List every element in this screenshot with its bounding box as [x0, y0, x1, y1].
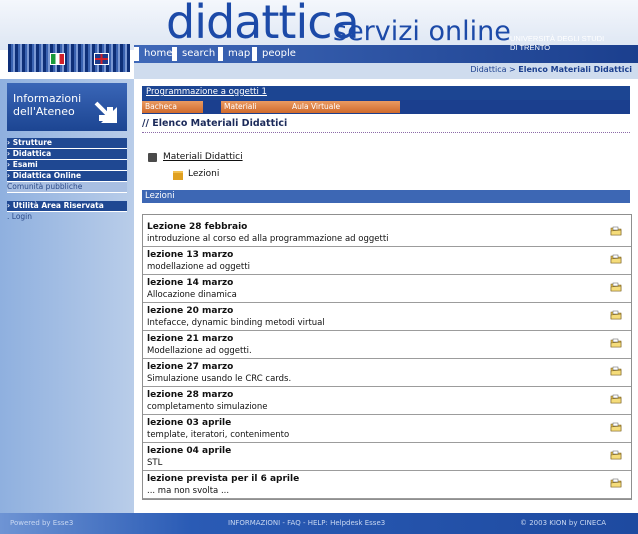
lesson-row[interactable]: lezione 21 marzo Modellazione ad oggetti. [143, 331, 631, 359]
lesson-title: lezione 13 marzo [147, 250, 234, 260]
sidebar-item-strutture[interactable]: › Strutture [7, 138, 127, 149]
footer-help-links[interactable]: INFORMAZIONI - FAQ - HELP: Helpdesk Esse… [228, 519, 385, 527]
breadcrumb: Didattica > Elenco Materiali Didattici [470, 65, 632, 74]
tab-aula-virtuale[interactable]: Aula Virtuale [289, 101, 400, 113]
arrow-down-right-icon [94, 101, 117, 123]
breadcrumb-root[interactable]: Didattica [470, 65, 506, 74]
lesson-description: Intefacce, dynamic binding metodi virtua… [147, 318, 325, 328]
lesson-row[interactable]: lezione 03 aprile template, iteratori, co… [143, 415, 631, 443]
sidebar-item-comunita[interactable]: Comunità pubbliche [7, 182, 127, 193]
footer: Powered by Esse3 INFORMAZIONI - FAQ - HE… [0, 513, 638, 534]
lesson-title: lezione 21 marzo [147, 334, 234, 344]
dotted-divider [142, 132, 630, 133]
course-link[interactable]: Programmazione a oggetti 1 [146, 87, 267, 97]
lesson-row[interactable]: lezione 14 marzo Allocazione dinamica [143, 275, 631, 303]
university-name: UNIVERSITÀ DEGLI STUDI DI TRENTO [510, 34, 605, 52]
footer-powered-by: Powered by Esse3 [10, 519, 74, 527]
folder-icon [173, 171, 183, 180]
header-stripes [8, 44, 130, 72]
folder-lezioni[interactable]: Lezioni [188, 169, 219, 179]
english-flag-icon[interactable] [94, 53, 109, 65]
lesson-row[interactable]: lezione 28 marzo completamento simulazion… [143, 387, 631, 415]
nav-search-link[interactable]: search [172, 47, 215, 61]
info-ateneo-box[interactable]: Informazioni dell'Ateneo [7, 83, 127, 131]
lesson-description: Modellazione ad oggetti. [147, 346, 252, 356]
brand-subtitle: servizi online [333, 16, 511, 47]
lesson-title: lezione 14 marzo [147, 278, 234, 288]
lesson-description: completamento simulazione [147, 402, 268, 412]
lesson-title: lezione 20 marzo [147, 306, 234, 316]
breadcrumb-bar: Didattica > Elenco Materiali Didattici [134, 63, 638, 79]
breadcrumb-current: Elenco Materiali Didattici [518, 65, 632, 74]
lesson-row[interactable]: lezione prevista per il 6 aprile ... ma n… [143, 471, 631, 499]
book-icon [148, 153, 157, 162]
page-title: // Elenco Materiali Didattici [142, 118, 288, 129]
lessons-list: Lezione 28 febbraio introduzione al corso… [142, 214, 632, 500]
open-folder-icon[interactable] [610, 394, 622, 404]
lesson-title: lezione 28 marzo [147, 390, 234, 400]
sidebar: Informazioni dell'Ateneo › Strutture › D… [0, 79, 134, 513]
lesson-description: STL [147, 458, 163, 468]
sidebar-item-utilita[interactable]: › Utilità Area Riservata [7, 201, 127, 212]
lesson-row[interactable]: lezione 27 marzo Simulazione usando le CR… [143, 359, 631, 387]
lesson-description: modellazione ad oggetti [147, 262, 250, 272]
open-folder-icon[interactable] [610, 310, 622, 320]
sidebar-item-esami[interactable]: › Esami [7, 160, 127, 171]
tab-bacheca[interactable]: Bacheca [142, 101, 203, 113]
lesson-description: introduzione al corso ed alla programmaz… [147, 234, 389, 244]
sidebar-item-didattica[interactable]: › Didattica [7, 149, 127, 160]
header: didattica servizi online home search map… [0, 0, 638, 79]
open-folder-icon[interactable] [610, 282, 622, 292]
lesson-title: lezione 27 marzo [147, 362, 234, 372]
lesson-title: lezione 03 aprile [147, 418, 232, 428]
lesson-row[interactable]: lezione 04 aprile STL [143, 443, 631, 471]
tab-materiali-didattici[interactable]: Materiali Didattici [221, 101, 290, 123]
lesson-title: Lezione 28 febbraio [147, 222, 248, 232]
lesson-title: lezione 04 aprile [147, 446, 232, 456]
nav-map-link[interactable]: map [218, 47, 250, 61]
open-folder-icon[interactable] [610, 226, 622, 236]
nav-people-link[interactable]: people [252, 47, 296, 61]
footer-copyright: © 2003 KION by CINECA [520, 519, 606, 527]
lesson-row[interactable]: lezione 13 marzo modellazione ad oggetti [143, 247, 631, 275]
open-folder-icon[interactable] [610, 450, 622, 460]
open-folder-icon[interactable] [610, 478, 622, 488]
lesson-title: lezione prevista per il 6 aprile [147, 474, 300, 484]
open-folder-icon[interactable] [610, 338, 622, 348]
lesson-description: Allocazione dinamica [147, 290, 237, 300]
sidebar-item-login[interactable]: . Login [7, 212, 127, 222]
open-folder-icon[interactable] [610, 254, 622, 264]
lessons-header-label: Lezioni [145, 191, 175, 201]
open-folder-icon[interactable] [610, 422, 622, 432]
nav-home-link[interactable]: home [134, 47, 172, 61]
italian-flag-icon[interactable] [50, 53, 65, 65]
sidebar-item-didattica-online[interactable]: › Didattica Online [7, 171, 127, 182]
lesson-row[interactable]: Lezione 28 febbraio introduzione al corso… [143, 219, 631, 247]
breadcrumb-separator: > [506, 65, 519, 74]
lesson-row[interactable]: lezione 20 marzo Intefacce, dynamic bindi… [143, 303, 631, 331]
brand-title: didattica [166, 0, 360, 49]
lessons-header: Lezioni [142, 190, 630, 203]
open-folder-icon[interactable] [610, 366, 622, 376]
lesson-description: Simulazione usando le CRC cards. [147, 374, 292, 384]
course-bar: Programmazione a oggetti 1 [142, 86, 630, 100]
lesson-description: template, iteratori, contenimento [147, 430, 290, 440]
materials-link[interactable]: Materiali Didattici [163, 152, 243, 162]
lesson-description: ... ma non svolta ... [147, 486, 230, 496]
